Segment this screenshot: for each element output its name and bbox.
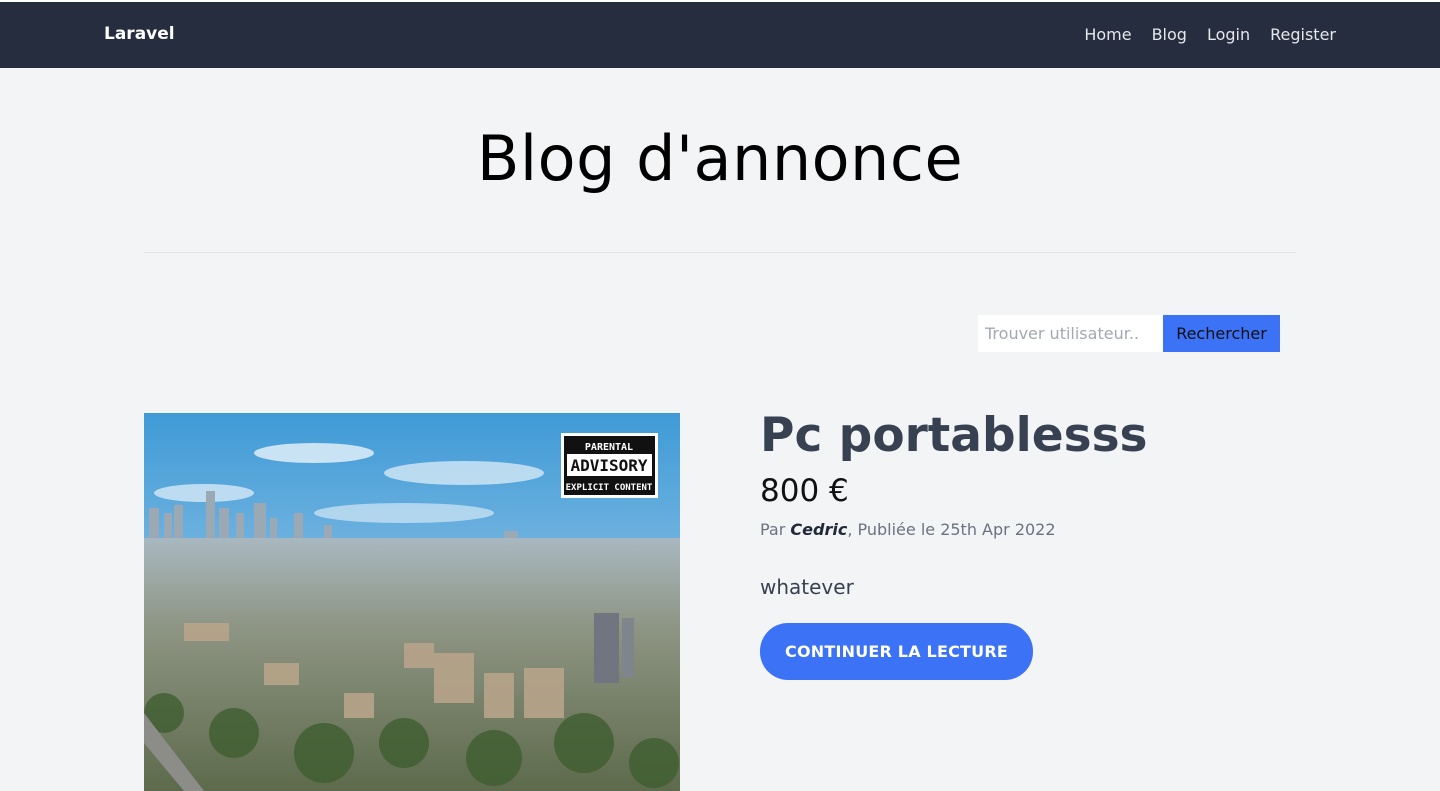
post-author: Cedric bbox=[790, 520, 848, 539]
post-description: whatever bbox=[760, 575, 854, 599]
nav-link-register[interactable]: Register bbox=[1270, 25, 1336, 44]
continue-reading-button[interactable]: CONTINUER LA LECTURE bbox=[760, 623, 1033, 680]
post-image[interactable]: PARENTAL ADVISORY EXPLICIT CONTENT bbox=[144, 413, 680, 791]
user-search-form: Rechercher bbox=[978, 315, 1280, 352]
city-skyline-image: PARENTAL ADVISORY EXPLICIT CONTENT bbox=[144, 413, 680, 791]
search-input[interactable] bbox=[978, 315, 1163, 352]
brand-logo-link[interactable]: Laravel bbox=[104, 24, 175, 44]
advisory-middle: ADVISORY bbox=[570, 456, 647, 475]
main-nav: Home Blog Login Register bbox=[1084, 25, 1336, 44]
page-title: Blog d'annonce bbox=[476, 122, 964, 195]
meta-date: , Publiée le 25th Apr 2022 bbox=[847, 520, 1056, 539]
nav-link-home[interactable]: Home bbox=[1084, 25, 1131, 44]
nav-link-blog[interactable]: Blog bbox=[1152, 25, 1187, 44]
post-title: Pc portablesss bbox=[760, 408, 1148, 463]
meta-prefix: Par bbox=[760, 520, 791, 539]
top-navbar: Laravel Home Blog Login Register bbox=[0, 0, 1440, 68]
divider bbox=[144, 252, 1296, 253]
search-button[interactable]: Rechercher bbox=[1163, 315, 1280, 352]
advisory-bottom: EXPLICIT CONTENT bbox=[566, 483, 653, 493]
advisory-top: PARENTAL bbox=[585, 442, 633, 453]
post-price: 800 € bbox=[760, 473, 849, 509]
nav-link-login[interactable]: Login bbox=[1207, 25, 1250, 44]
post-meta: Par Cedric, Publiée le 25th Apr 2022 bbox=[760, 520, 1056, 539]
